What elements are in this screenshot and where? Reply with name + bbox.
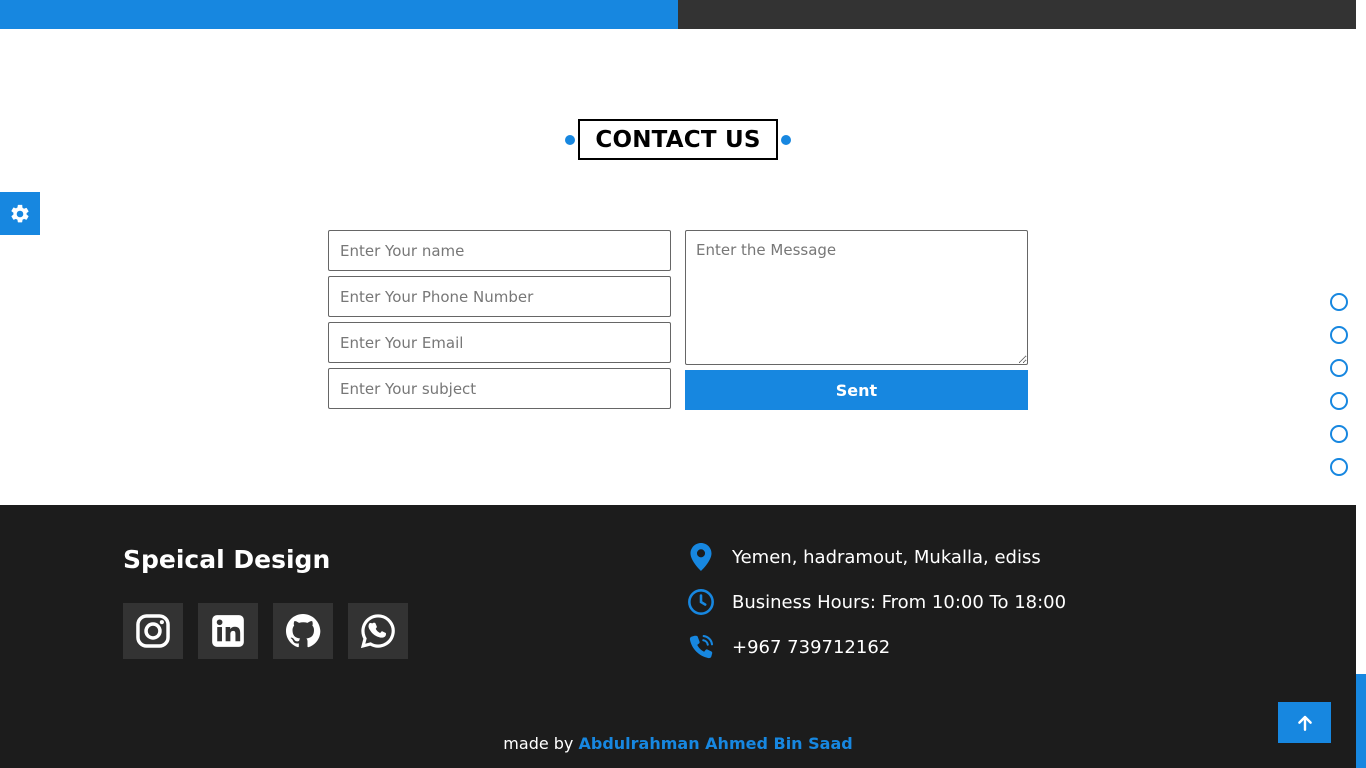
title-dot-right xyxy=(780,134,791,145)
credit-prefix: made by xyxy=(503,734,574,753)
scroll-to-top-button[interactable] xyxy=(1278,702,1331,743)
clock-icon xyxy=(688,589,714,615)
email-field[interactable] xyxy=(328,322,671,363)
section-title-box: CONTACT US xyxy=(565,119,791,160)
footer-brand: Speical Design xyxy=(123,545,331,574)
instagram-icon xyxy=(136,614,170,648)
credit-author-link[interactable]: Abdulrahman Ahmed Bin Saad xyxy=(579,734,853,753)
top-strip-blue xyxy=(0,0,678,29)
instagram-link[interactable] xyxy=(123,603,183,659)
arrow-up-icon xyxy=(1297,715,1312,731)
location-pin-icon xyxy=(690,543,712,571)
nav-bullet[interactable] xyxy=(1330,425,1348,443)
page-scrollbar[interactable] xyxy=(1356,0,1366,768)
address-text: Yemen, hadramout, Mukalla, ediss xyxy=(732,546,1041,568)
phone-field[interactable] xyxy=(328,276,671,317)
github-link[interactable] xyxy=(273,603,333,659)
top-strip xyxy=(0,0,1356,29)
nav-bullet[interactable] xyxy=(1330,293,1348,311)
linkedin-link[interactable] xyxy=(198,603,258,659)
gear-icon xyxy=(11,204,29,222)
section-title: CONTACT US xyxy=(595,126,761,153)
phone-row: +967 739712162 xyxy=(686,633,890,661)
footer: Speical Design Yemen, hadramout, Mukalla… xyxy=(0,505,1356,768)
nav-bullets xyxy=(1330,293,1348,476)
message-field[interactable] xyxy=(685,230,1028,365)
top-strip-dark xyxy=(678,0,1356,29)
phone-text: +967 739712162 xyxy=(732,636,891,658)
address-row: Yemen, hadramout, Mukalla, ediss xyxy=(686,543,1041,571)
name-field[interactable] xyxy=(328,230,671,271)
linkedin-icon xyxy=(212,615,244,647)
social-links xyxy=(123,603,408,659)
hours-text: Business Hours: From 10:00 To 18:00 xyxy=(732,591,1067,613)
phone-volume-icon xyxy=(689,634,714,659)
title-dot-left xyxy=(565,134,576,145)
settings-toggle-button[interactable] xyxy=(0,192,40,235)
nav-bullet[interactable] xyxy=(1330,392,1348,410)
credit-line: made by Abdulrahman Ahmed Bin Saad xyxy=(0,734,1356,753)
whatsapp-link[interactable] xyxy=(348,603,408,659)
send-button[interactable]: Sent xyxy=(685,370,1028,410)
github-icon xyxy=(286,614,321,648)
whatsapp-icon xyxy=(360,614,395,649)
nav-bullet[interactable] xyxy=(1330,359,1348,377)
hours-row: Business Hours: From 10:00 To 18:00 xyxy=(686,588,1066,616)
section-title-wrap: CONTACT US xyxy=(0,119,1356,160)
nav-bullet[interactable] xyxy=(1330,326,1348,344)
scrollbar-thumb[interactable] xyxy=(1356,674,1366,768)
subject-field[interactable] xyxy=(328,368,671,409)
nav-bullet[interactable] xyxy=(1330,458,1348,476)
